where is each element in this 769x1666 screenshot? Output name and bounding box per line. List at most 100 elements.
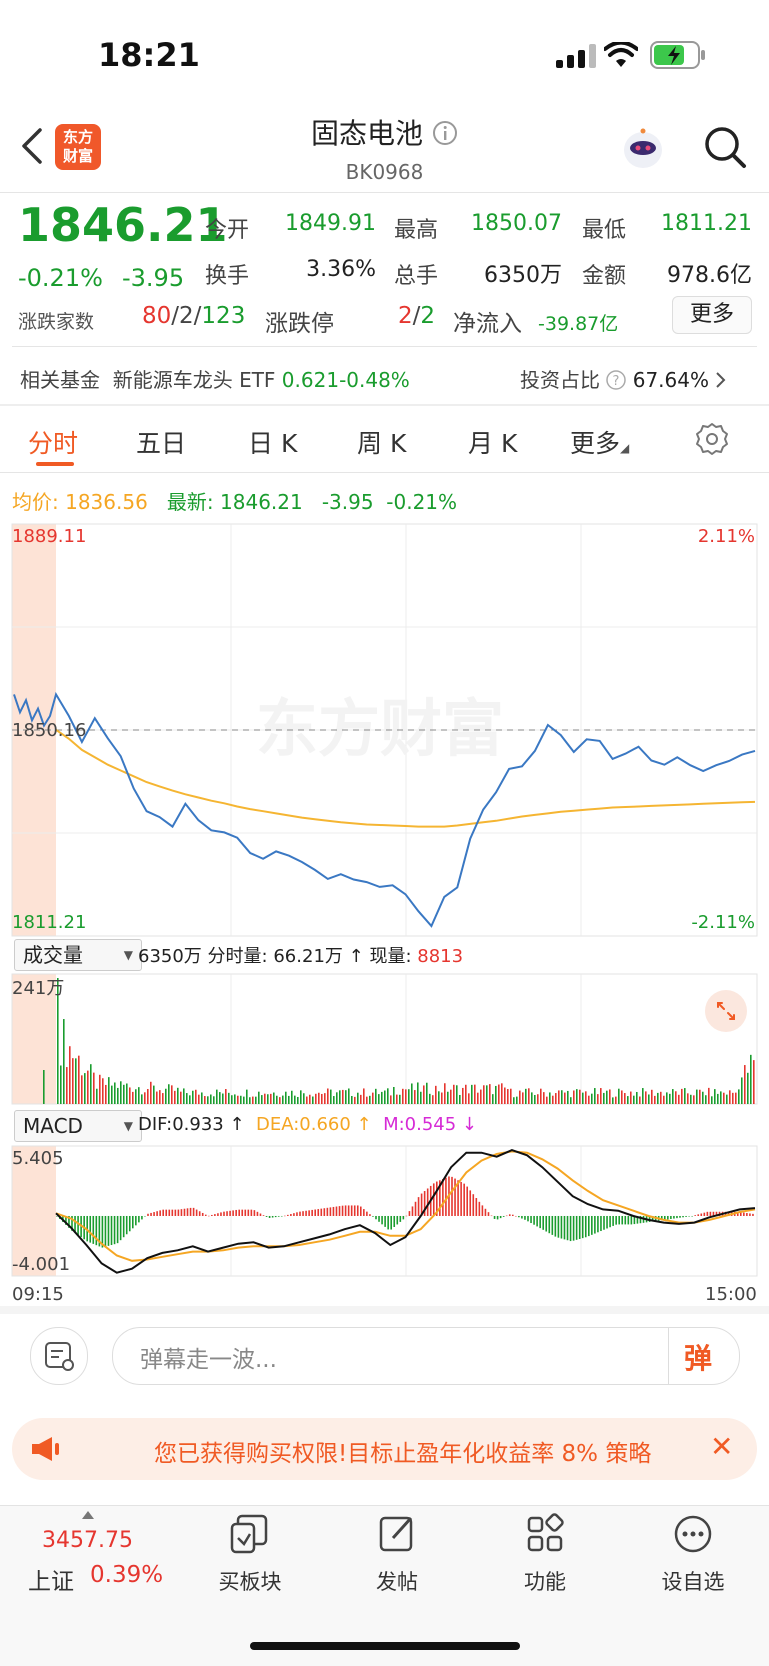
volume-bar <box>576 1089 578 1104</box>
volume-bar <box>234 1094 236 1104</box>
macd-bar <box>515 1215 517 1217</box>
nav-functions[interactable]: 功能 <box>485 1512 605 1596</box>
robot-assistant-icon[interactable] <box>620 126 666 172</box>
macd-bar <box>323 1208 326 1216</box>
macd-bar <box>578 1215 581 1239</box>
volume-label: 总手 <box>394 264 439 289</box>
svg-text:?: ? <box>613 374 620 389</box>
macd-bar <box>195 1209 198 1216</box>
volume-bar <box>237 1095 239 1104</box>
volume-bar <box>438 1091 440 1104</box>
volume-bar <box>162 1093 164 1104</box>
status-time: 18:21 <box>98 36 200 74</box>
volume-bar <box>276 1095 278 1104</box>
divider <box>0 192 769 193</box>
index-value[interactable]: 3457.75 <box>42 1528 133 1553</box>
macd-bar <box>277 1215 280 1217</box>
macd-bar <box>594 1215 596 1234</box>
macd-bar <box>703 1212 706 1216</box>
macd-bar <box>308 1210 310 1216</box>
price-chart[interactable]: 东方财富 1889.11 1850.16 1811.21 2.11% -2.11… <box>0 520 769 940</box>
expand-icon[interactable] <box>705 990 747 1032</box>
volume-bar <box>282 1095 284 1104</box>
index-name[interactable]: 上证 <box>28 1562 74 1596</box>
volume-bar <box>675 1091 677 1104</box>
macd-bar <box>548 1215 551 1234</box>
volume-bar <box>609 1089 611 1104</box>
macd-bar <box>542 1215 544 1230</box>
volume-bar <box>114 1082 116 1104</box>
nav-watchlist[interactable]: 设自选 <box>633 1512 753 1596</box>
volume-indicator-select[interactable]: 成交量 ▼ <box>14 939 142 971</box>
turnover-value: 3.36% <box>306 257 376 282</box>
macd-bar <box>569 1215 572 1242</box>
nav-post[interactable]: 发帖 <box>337 1512 457 1596</box>
volume-bar <box>273 1092 275 1104</box>
macd-bar <box>566 1215 569 1241</box>
volume-bar <box>123 1084 125 1104</box>
volume-bar <box>660 1091 662 1104</box>
related-fund[interactable]: 相关基金 新能源车龙头 ETF 0.621-0.48% <box>20 364 410 393</box>
volume-bar <box>633 1095 635 1104</box>
tab-more[interactable]: 更多◢ <box>570 424 629 460</box>
info-icon[interactable] <box>432 120 458 146</box>
macd-bar <box>186 1208 189 1216</box>
tab-monthly-k[interactable]: 月 K <box>468 424 517 460</box>
close-icon[interactable]: ✕ <box>710 1430 733 1463</box>
volume-chart[interactable]: 241万 <box>0 970 769 1106</box>
macd-bar <box>591 1215 593 1235</box>
tab-weekly-k[interactable]: 周 K <box>357 424 406 460</box>
tab-intraday[interactable]: 分时 <box>28 424 78 460</box>
volume-bar <box>606 1090 608 1104</box>
danmu-send-button[interactable]: 弹 <box>684 1337 712 1377</box>
macd-bar <box>378 1215 380 1222</box>
open-value: 1849.91 <box>285 211 376 236</box>
volume-bar <box>696 1089 698 1104</box>
macd-bar <box>697 1214 700 1216</box>
volume-bar <box>459 1094 461 1104</box>
more-circle-icon <box>674 1515 712 1553</box>
volume-bar <box>150 1081 152 1104</box>
volume-bar <box>723 1092 725 1104</box>
tab-five-day[interactable]: 五日 <box>136 424 186 460</box>
volume-bar <box>453 1084 455 1104</box>
macd-bar <box>329 1207 332 1216</box>
volume-bar <box>141 1094 143 1104</box>
volume-bar <box>171 1085 173 1104</box>
macd-bar <box>165 1209 168 1216</box>
volume-bar <box>570 1097 572 1104</box>
more-button[interactable]: 更多 <box>672 296 752 334</box>
volume-bar <box>534 1094 536 1104</box>
volume-value: 6350万 <box>484 263 562 288</box>
macd-bar <box>211 1214 213 1216</box>
invest-ratio[interactable]: 投资占比 ? 67.64% <box>520 364 727 393</box>
macd-bar <box>676 1215 678 1219</box>
nav-buy-board[interactable]: 买板块 <box>190 1512 310 1596</box>
macd-bar <box>679 1215 681 1218</box>
search-icon[interactable] <box>702 124 748 170</box>
volume-bar <box>129 1087 131 1104</box>
gridlines <box>230 1146 582 1276</box>
open-label: 今开 <box>205 218 250 243</box>
macd-bar <box>198 1211 201 1216</box>
volume-bar <box>669 1093 671 1104</box>
macd-indicator-select[interactable]: MACD ▼ <box>14 1110 142 1142</box>
macd-bar <box>56 1215 58 1217</box>
macd-chart[interactable]: 5.405 -4.001 <box>0 1142 769 1280</box>
volume-bar <box>594 1088 596 1104</box>
macd-bar <box>399 1215 402 1222</box>
index-pct[interactable]: 0.39% <box>90 1562 163 1588</box>
macd-bar <box>305 1210 307 1216</box>
volume-bar <box>408 1089 410 1104</box>
tab-daily-k[interactable]: 日 K <box>248 424 297 460</box>
macd-bar <box>92 1215 95 1244</box>
macd-bar <box>317 1209 320 1216</box>
amount-label: 金额 <box>582 264 627 289</box>
volume-bar <box>354 1096 356 1104</box>
danmu-settings-icon[interactable] <box>30 1327 88 1385</box>
volume-bar <box>243 1096 245 1104</box>
volume-bar <box>417 1082 419 1104</box>
volume-bar <box>96 1088 98 1104</box>
macd-bar <box>384 1215 386 1227</box>
gear-icon[interactable] <box>695 422 729 456</box>
